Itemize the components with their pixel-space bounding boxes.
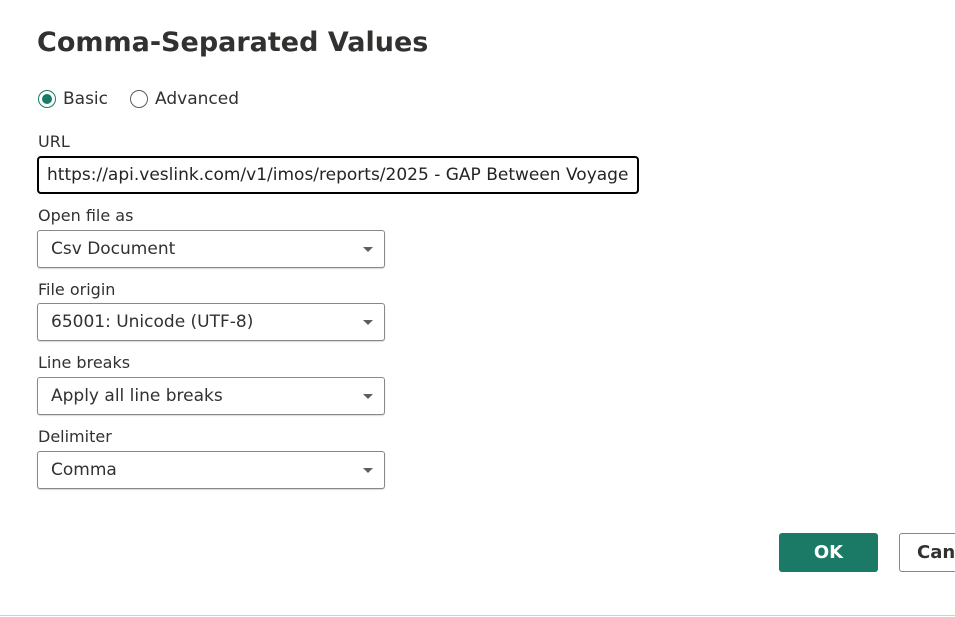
chevron-down-icon (363, 320, 373, 325)
chevron-down-icon (363, 394, 373, 399)
radio-advanced-label: Advanced (155, 89, 239, 109)
url-label: URL (38, 132, 70, 151)
ok-button[interactable]: OK (779, 533, 878, 572)
chevron-down-icon (363, 247, 373, 252)
open-file-as-value: Csv Document (51, 239, 176, 259)
delimiter-label: Delimiter (38, 427, 112, 446)
delimiter-value: Comma (51, 460, 117, 480)
line-breaks-value: Apply all line breaks (51, 386, 223, 406)
mode-radio-group: Basic Advanced (38, 89, 261, 109)
radio-basic-label: Basic (63, 89, 109, 109)
radio-basic[interactable]: Basic (38, 89, 108, 109)
cancel-button[interactable]: Cancel (899, 533, 955, 572)
open-file-as-label: Open file as (38, 206, 134, 225)
delimiter-dropdown[interactable]: Comma (37, 451, 385, 489)
radio-advanced-circle[interactable] (130, 90, 149, 108)
file-origin-value: 65001: Unicode (UTF-8) (51, 312, 254, 332)
open-file-as-dropdown[interactable]: Csv Document (37, 230, 385, 268)
line-breaks-label: Line breaks (38, 353, 131, 372)
line-breaks-dropdown[interactable]: Apply all line breaks (37, 377, 385, 415)
url-input[interactable] (37, 156, 639, 194)
radio-advanced[interactable]: Advanced (130, 89, 239, 109)
chevron-down-icon (363, 468, 373, 473)
file-origin-label: File origin (38, 280, 116, 299)
file-origin-dropdown[interactable]: 65001: Unicode (UTF-8) (37, 303, 385, 341)
dialog-title: Comma-Separated Values (37, 27, 429, 58)
bottom-divider (0, 615, 955, 616)
radio-basic-circle[interactable] (38, 90, 56, 108)
csv-dialog: Comma-Separated Values Basic Advanced UR… (0, 0, 955, 617)
